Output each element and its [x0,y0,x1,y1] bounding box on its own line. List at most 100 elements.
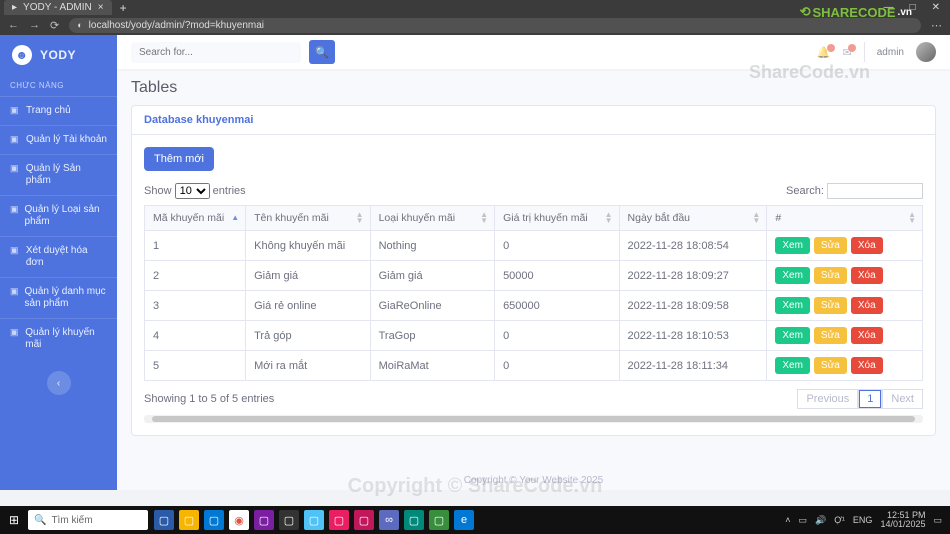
length-select[interactable]: 10 [175,183,210,199]
address-url: localhost/yody/admin/?mod=khuyenmai [89,20,264,31]
sidebar-item-products[interactable]: ▣Quản lý Sản phẩm [0,154,117,195]
avatar[interactable] [916,42,936,62]
sidebar-item-label: Quản lý khuyến mãi [25,327,107,351]
nav-back-icon[interactable]: ← [8,19,19,31]
browser-menu-icon[interactable]: ⋯ [931,19,942,32]
nav-refresh-icon[interactable]: ⟳ [50,19,59,32]
cell-actions: XemSửaXóa [767,291,923,321]
view-button[interactable]: Xem [775,237,810,254]
taskbar-app-icon[interactable]: ▢ [329,510,349,530]
edit-button[interactable]: Sửa [814,267,847,284]
table-row: 3Giá rẻ onlineGiaReOnline6500002022-11-2… [145,291,923,321]
search-input[interactable] [131,42,301,63]
sidebar-item-label: Quản lý Loại sản phẩm [25,204,107,228]
cell-id: 4 [145,321,246,351]
col-id[interactable]: Mã khuyến mãi▲ [145,206,246,231]
delete-button[interactable]: Xóa [851,297,883,314]
taskbar-app-icon[interactable]: ▢ [354,510,374,530]
tray-lang[interactable]: ENG [853,515,873,525]
taskbar-app-icon[interactable]: ▢ [154,510,174,530]
col-value[interactable]: Giá trị khuyến mãi▲▼ [495,206,619,231]
taskbar-app-icon[interactable]: ▢ [179,510,199,530]
nav-forward-icon[interactable]: → [29,19,40,31]
taskbar-app-icon[interactable]: ▢ [404,510,424,530]
cell-name: Không khuyến mãi [246,231,370,261]
col-name[interactable]: Tên khuyến mãi▲▼ [246,206,370,231]
new-tab-button[interactable]: + [120,1,127,15]
edit-button[interactable]: Sửa [814,297,847,314]
tray-action-center-icon[interactable]: ▭ [933,515,942,526]
cell-id: 1 [145,231,246,261]
windows-taskbar: ⊞ 🔍 Tìm kiếm ▢ ▢ ▢ ◉ ▢ ▢ ▢ ▢ ▢ ∞ ▢ ▢ e ˄… [0,506,950,534]
delete-button[interactable]: Xóa [851,357,883,374]
page-1[interactable]: 1 [858,389,882,409]
delete-button[interactable]: Xóa [851,237,883,254]
sidebar-item-invoices[interactable]: ▣Xét duyệt hóa đơn [0,236,117,277]
cell-actions: XemSửaXóa [767,321,923,351]
search-icon: 🔍 [34,515,46,526]
sidebar-item-promotions[interactable]: ▣ Quản lý khuyến mãi [0,318,117,359]
taskbar-edge-icon[interactable]: e [454,510,474,530]
tray-network-icon[interactable]: ▭ [798,515,807,526]
delete-button[interactable]: Xóa [851,327,883,344]
horizontal-scrollbar[interactable] [144,415,923,423]
sidebar-item-product-types[interactable]: ▣Quản lý Loại sản phẩm [0,195,117,236]
tab-close-icon[interactable]: × [98,2,104,13]
add-button[interactable]: Thêm mới [144,147,214,171]
page-next[interactable]: Next [882,389,923,409]
window-close-icon[interactable]: ✕ [932,2,940,13]
col-start[interactable]: Ngày bắt đầu▲▼ [619,206,767,231]
cell-start: 2022-11-28 18:10:53 [619,321,767,351]
tray-ime[interactable]: Ợ¹ [834,515,845,525]
sidebar: ☻ YODY CHỨC NĂNG ▣Trang chủ ▣Quản lý Tài… [0,35,117,490]
sidebar-item-categories[interactable]: ▣Quản lý danh mục sản phẩm [0,277,117,318]
brand[interactable]: ☻ YODY [0,35,117,75]
topbar-username[interactable]: admin [877,47,904,58]
col-actions[interactable]: #▲▼ [767,206,923,231]
taskbar-app-icon[interactable]: ▢ [429,510,449,530]
view-button[interactable]: Xem [775,297,810,314]
cell-id: 2 [145,261,246,291]
taskbar-vs-icon[interactable]: ∞ [379,510,399,530]
cell-name: Giảm giá [246,261,370,291]
cell-value: 650000 [495,291,619,321]
sharecode-watermark-logo: ⟲ SHARECODE.vn [800,4,912,20]
view-button[interactable]: Xem [775,267,810,284]
edit-button[interactable]: Sửa [814,237,847,254]
sort-icon: ▲▼ [356,212,364,224]
taskbar-app-icon[interactable]: ▢ [279,510,299,530]
taskbar-search-placeholder: Tìm kiếm [51,515,92,526]
sidebar-item-accounts[interactable]: ▣Quản lý Tài khoản [0,125,117,154]
notifications-icon[interactable]: 🔔 [817,46,831,59]
messages-icon[interactable]: ✉ [843,46,852,59]
percent-icon: ▣ [10,327,19,338]
length-post: entries [213,185,246,197]
datatable-search-input[interactable] [827,183,923,199]
edit-button[interactable]: Sửa [814,357,847,374]
view-button[interactable]: Xem [775,357,810,374]
address-bar[interactable]: localhost/yody/admin/?mod=khuyenmai [69,18,921,33]
delete-button[interactable]: Xóa [851,267,883,284]
browser-tab[interactable]: ▸ YODY - ADMIN × [4,0,112,15]
page-previous[interactable]: Previous [797,389,858,409]
search-button[interactable]: 🔍 [309,40,335,64]
sidebar-item-label: Quản lý danh mục sản phẩm [25,286,107,310]
taskbar-app-icon[interactable]: ▢ [304,510,324,530]
taskbar-app-icon[interactable]: ▢ [204,510,224,530]
tray-chevron-up-icon[interactable]: ˄ [785,515,790,525]
site-info-icon[interactable] [77,20,82,31]
cell-value: 0 [495,351,619,381]
edit-button[interactable]: Sửa [814,327,847,344]
col-type[interactable]: Loại khuyến mãi▲▼ [370,206,494,231]
taskbar-app-icon[interactable]: ▢ [254,510,274,530]
tray-clock[interactable]: 12:51 PM 14/01/2025 [880,511,925,529]
view-button[interactable]: Xem [775,327,810,344]
cell-name: Giá rẻ online [246,291,370,321]
tray-volume-icon[interactable]: 🔊 [815,515,826,526]
sidebar-item-home[interactable]: ▣Trang chủ [0,96,117,125]
sidebar-item-label: Quản lý Sản phẩm [26,163,107,187]
taskbar-search[interactable]: 🔍 Tìm kiếm [28,510,148,530]
start-button[interactable]: ⊞ [0,506,28,534]
sidebar-collapse-button[interactable]: ‹ [47,371,71,395]
taskbar-chrome-icon[interactable]: ◉ [229,510,249,530]
